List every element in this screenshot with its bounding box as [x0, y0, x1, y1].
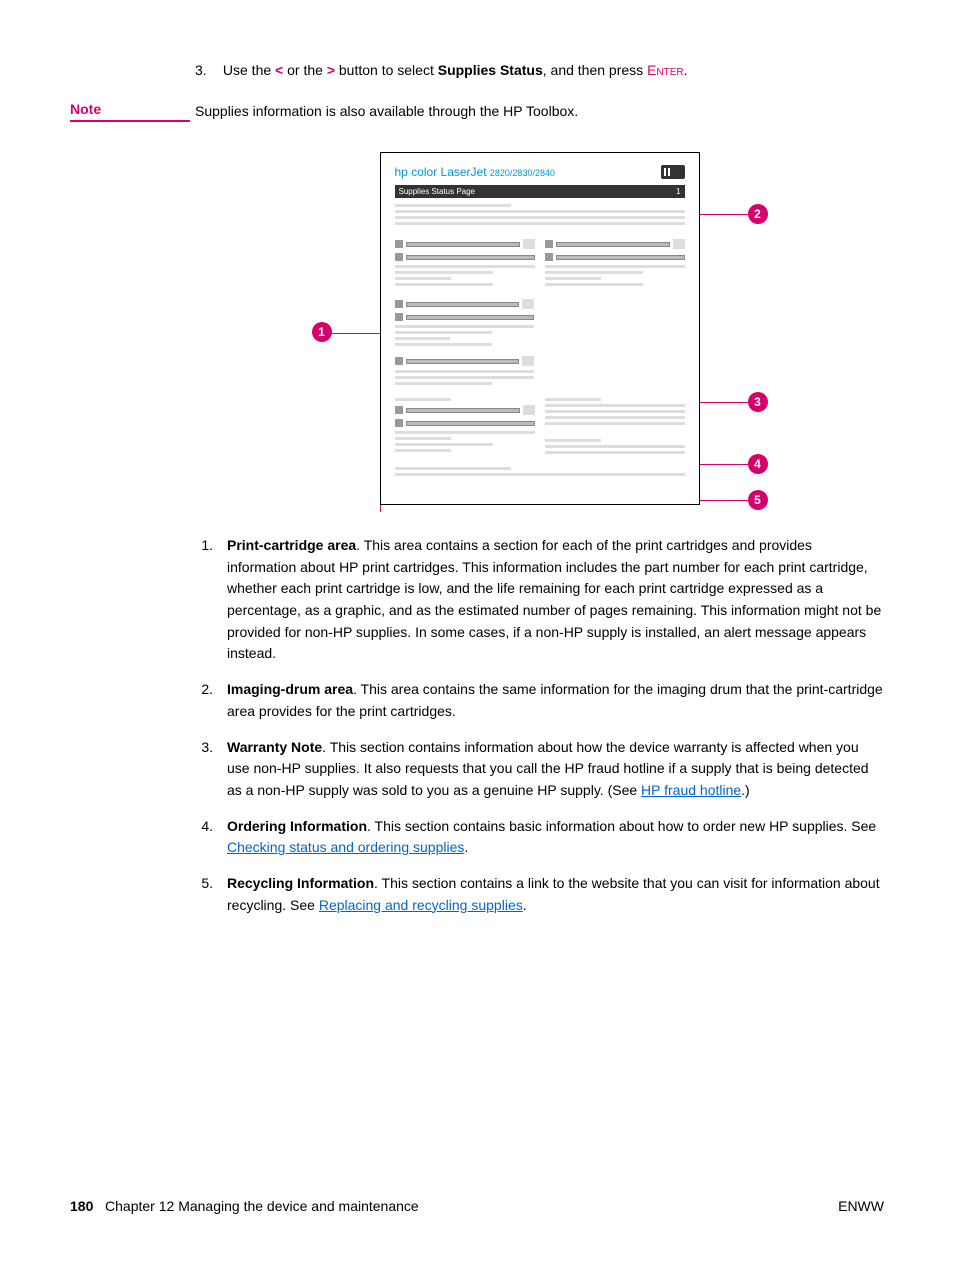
callout-4: 4 [748, 454, 768, 474]
less-than-icon: < [275, 62, 283, 78]
callout-3: 3 [748, 392, 768, 412]
diagram-subhead-left: Supplies Status Page [399, 187, 476, 196]
item-body-post: .) [741, 782, 750, 798]
step-bold: Supplies Status [438, 62, 543, 78]
page-number: 180 [70, 1198, 93, 1214]
diagram-brand: hp color LaserJet [395, 165, 487, 179]
description-list: 1. Print-cartridge area. This area conta… [195, 535, 884, 916]
instruction-step: 3. Use the < or the > button to select S… [195, 60, 884, 81]
note-label: Note [70, 101, 190, 122]
callout-line [330, 333, 380, 334]
diagram-subhead-right: 1 [676, 187, 680, 196]
list-item: 1. Print-cartridge area. This area conta… [195, 535, 884, 665]
list-item: 4. Ordering Information. This section co… [195, 816, 884, 859]
callout-line [700, 500, 750, 501]
list-item: 2. Imaging-drum area. This area contains… [195, 679, 884, 722]
chapter-title: Chapter 12 Managing the device and maint… [105, 1198, 419, 1214]
supplies-status-page-preview: hp color LaserJet 2820/2830/2840 Supplie… [380, 152, 700, 505]
item-title: Warranty Note [227, 739, 322, 755]
list-number: 5. [195, 873, 227, 916]
step-dot: . [684, 62, 688, 78]
item-body-post: . [464, 839, 468, 855]
diagram-model: 2820/2830/2840 [490, 168, 555, 178]
step-text-pre: Use the [223, 62, 275, 78]
diagram-container: 1 2 3 4 5 hp color LaserJet 2820/2830/28… [330, 152, 750, 505]
item-title: Recycling Information [227, 875, 374, 891]
list-number: 4. [195, 816, 227, 859]
note-row: Note Supplies information is also availa… [70, 101, 884, 122]
item-body-post: . [523, 897, 527, 913]
item-body: . This area contains a section for each … [227, 537, 881, 661]
list-number: 2. [195, 679, 227, 722]
callout-5: 5 [748, 490, 768, 510]
step-text-mid1: or the [283, 62, 327, 78]
step-text-post: , and then press [543, 62, 647, 78]
greater-than-icon: > [327, 62, 335, 78]
callout-line [700, 214, 750, 215]
hp-logo-icon [661, 165, 685, 179]
recycling-supplies-link[interactable]: Replacing and recycling supplies [319, 897, 523, 913]
step-number: 3. [195, 60, 219, 81]
item-title: Imaging-drum area [227, 681, 353, 697]
callout-line [700, 464, 750, 465]
callout-line [700, 402, 750, 403]
callout-1: 1 [312, 322, 332, 342]
fraud-hotline-link[interactable]: HP fraud hotline [641, 782, 741, 798]
enter-key-label: Enter [647, 62, 684, 78]
list-number: 3. [195, 737, 227, 802]
list-number: 1. [195, 535, 227, 665]
note-text: Supplies information is also available t… [195, 101, 578, 122]
language-code: ENWW [838, 1198, 884, 1214]
page-footer: 180 Chapter 12 Managing the device and m… [70, 1198, 884, 1214]
item-title: Print-cartridge area [227, 537, 356, 553]
item-title: Ordering Information [227, 818, 367, 834]
ordering-supplies-link[interactable]: Checking status and ordering supplies [227, 839, 464, 855]
item-body-pre: . This section contains basic informatio… [367, 818, 876, 834]
step-text-mid2: button to select [335, 62, 438, 78]
list-item: 5. Recycling Information. This section c… [195, 873, 884, 916]
callout-2: 2 [748, 204, 768, 224]
item-body-pre: . This section contains information abou… [227, 739, 869, 798]
list-item: 3. Warranty Note. This section contains … [195, 737, 884, 802]
